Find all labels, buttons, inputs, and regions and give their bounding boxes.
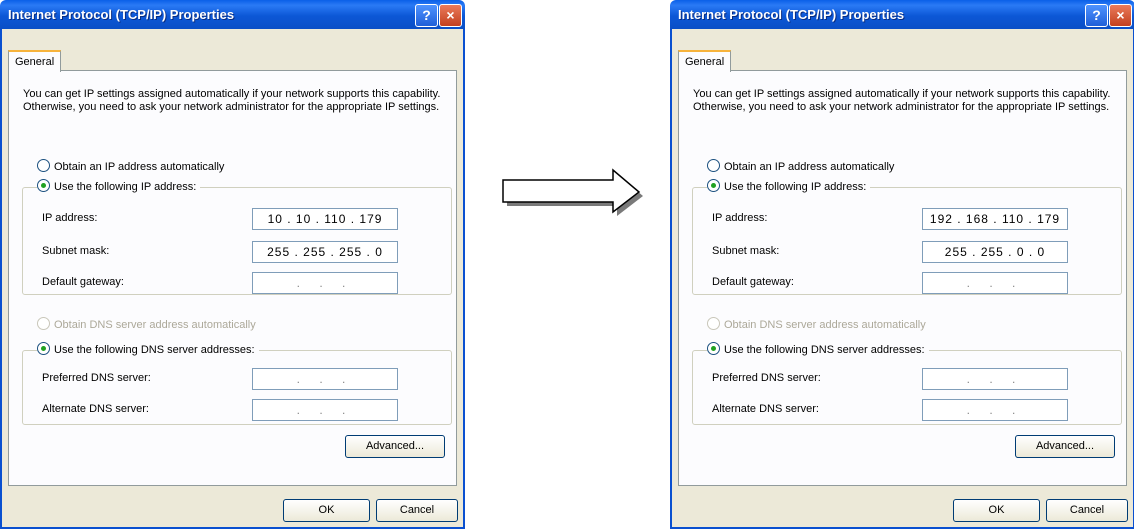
subnet-mask-label: Subnet mask: — [712, 245, 780, 257]
obtain-ip-auto-label: Obtain an IP address automatically — [724, 161, 895, 173]
tab-general[interactable]: General — [8, 50, 62, 72]
use-following-ip-label: Use the following IP address: — [54, 181, 197, 193]
window-title: Internet Protocol (TCP/IP) Properties — [678, 7, 905, 22]
radio-icon — [707, 317, 720, 330]
advanced-button[interactable]: Advanced... — [1015, 435, 1115, 458]
default-gateway-label: Default gateway: — [712, 276, 794, 288]
ok-button[interactable]: OK — [283, 499, 370, 522]
alternate-dns-label: Alternate DNS server: — [712, 403, 819, 415]
intro-text: You can get IP settings assigned automat… — [23, 88, 441, 113]
dialog-body: General You can get IP settings assigned… — [670, 29, 1134, 529]
alternate-dns-field[interactable]: . . . — [252, 399, 398, 421]
help-icon[interactable]: ? — [415, 4, 438, 27]
tcpip-dialog-after: Internet Protocol (TCP/IP) Properties ? … — [670, 0, 1134, 531]
use-following-ip-radio[interactable]: Use the following IP address: — [37, 179, 201, 195]
radio-icon — [707, 179, 720, 192]
close-icon[interactable]: × — [1109, 4, 1132, 27]
intro-text: You can get IP settings assigned automat… — [693, 88, 1111, 113]
ip-address-field[interactable]: 192 . 168 . 110 . 179 — [922, 208, 1068, 230]
ip-address-label: IP address: — [712, 212, 768, 224]
obtain-ip-auto-radio[interactable]: Obtain an IP address automatically — [37, 159, 229, 175]
obtain-dns-auto-label: Obtain DNS server address automatically — [724, 319, 926, 331]
radio-icon — [37, 342, 50, 355]
ip-address-label: IP address: — [42, 212, 98, 224]
cancel-button[interactable]: Cancel — [376, 499, 458, 522]
use-following-dns-radio[interactable]: Use the following DNS server addresses: — [37, 342, 259, 358]
help-icon[interactable]: ? — [1085, 4, 1108, 27]
radio-icon — [37, 317, 50, 330]
radio-icon — [707, 159, 720, 172]
obtain-ip-auto-radio[interactable]: Obtain an IP address automatically — [707, 159, 899, 175]
radio-icon — [707, 342, 720, 355]
right-arrow-icon — [502, 168, 643, 216]
obtain-dns-auto-label: Obtain DNS server address automatically — [54, 319, 256, 331]
window-title: Internet Protocol (TCP/IP) Properties — [8, 7, 235, 22]
subnet-mask-label: Subnet mask: — [42, 245, 110, 257]
obtain-ip-auto-label: Obtain an IP address automatically — [54, 161, 225, 173]
tab-general[interactable]: General — [678, 50, 732, 72]
default-gateway-field[interactable]: . . . — [252, 272, 398, 294]
advanced-button[interactable]: Advanced... — [345, 435, 445, 458]
tcpip-dialog-before: Internet Protocol (TCP/IP) Properties ? … — [0, 0, 465, 531]
use-following-ip-radio[interactable]: Use the following IP address: — [707, 179, 871, 195]
preferred-dns-field[interactable]: . . . — [922, 368, 1068, 390]
title-bar[interactable]: Internet Protocol (TCP/IP) Properties ? … — [670, 0, 1134, 29]
alternate-dns-label: Alternate DNS server: — [42, 403, 149, 415]
close-icon[interactable]: × — [439, 4, 462, 27]
subnet-mask-field[interactable]: 255 . 255 . 0 . 0 — [922, 241, 1068, 263]
radio-icon — [37, 179, 50, 192]
subnet-mask-field[interactable]: 255 . 255 . 255 . 0 — [252, 241, 398, 263]
use-following-ip-label: Use the following IP address: — [724, 181, 867, 193]
use-following-dns-label: Use the following DNS server addresses: — [724, 344, 925, 356]
radio-icon — [37, 159, 50, 172]
use-following-dns-label: Use the following DNS server addresses: — [54, 344, 255, 356]
default-gateway-field[interactable]: . . . — [922, 272, 1068, 294]
obtain-dns-auto-radio[interactable]: Obtain DNS server address automatically — [707, 317, 930, 333]
general-panel: You can get IP settings assigned automat… — [678, 70, 1127, 486]
title-bar[interactable]: Internet Protocol (TCP/IP) Properties ? … — [0, 0, 465, 29]
preferred-dns-label: Preferred DNS server: — [712, 372, 821, 384]
general-panel: You can get IP settings assigned automat… — [8, 70, 457, 486]
default-gateway-label: Default gateway: — [42, 276, 124, 288]
preferred-dns-label: Preferred DNS server: — [42, 372, 151, 384]
ok-button[interactable]: OK — [953, 499, 1040, 522]
obtain-dns-auto-radio[interactable]: Obtain DNS server address automatically — [37, 317, 260, 333]
ip-address-field[interactable]: 10 . 10 . 110 . 179 — [252, 208, 398, 230]
alternate-dns-field[interactable]: . . . — [922, 399, 1068, 421]
dialog-body: General You can get IP settings assigned… — [0, 29, 465, 529]
cancel-button[interactable]: Cancel — [1046, 499, 1128, 522]
use-following-dns-radio[interactable]: Use the following DNS server addresses: — [707, 342, 929, 358]
preferred-dns-field[interactable]: . . . — [252, 368, 398, 390]
